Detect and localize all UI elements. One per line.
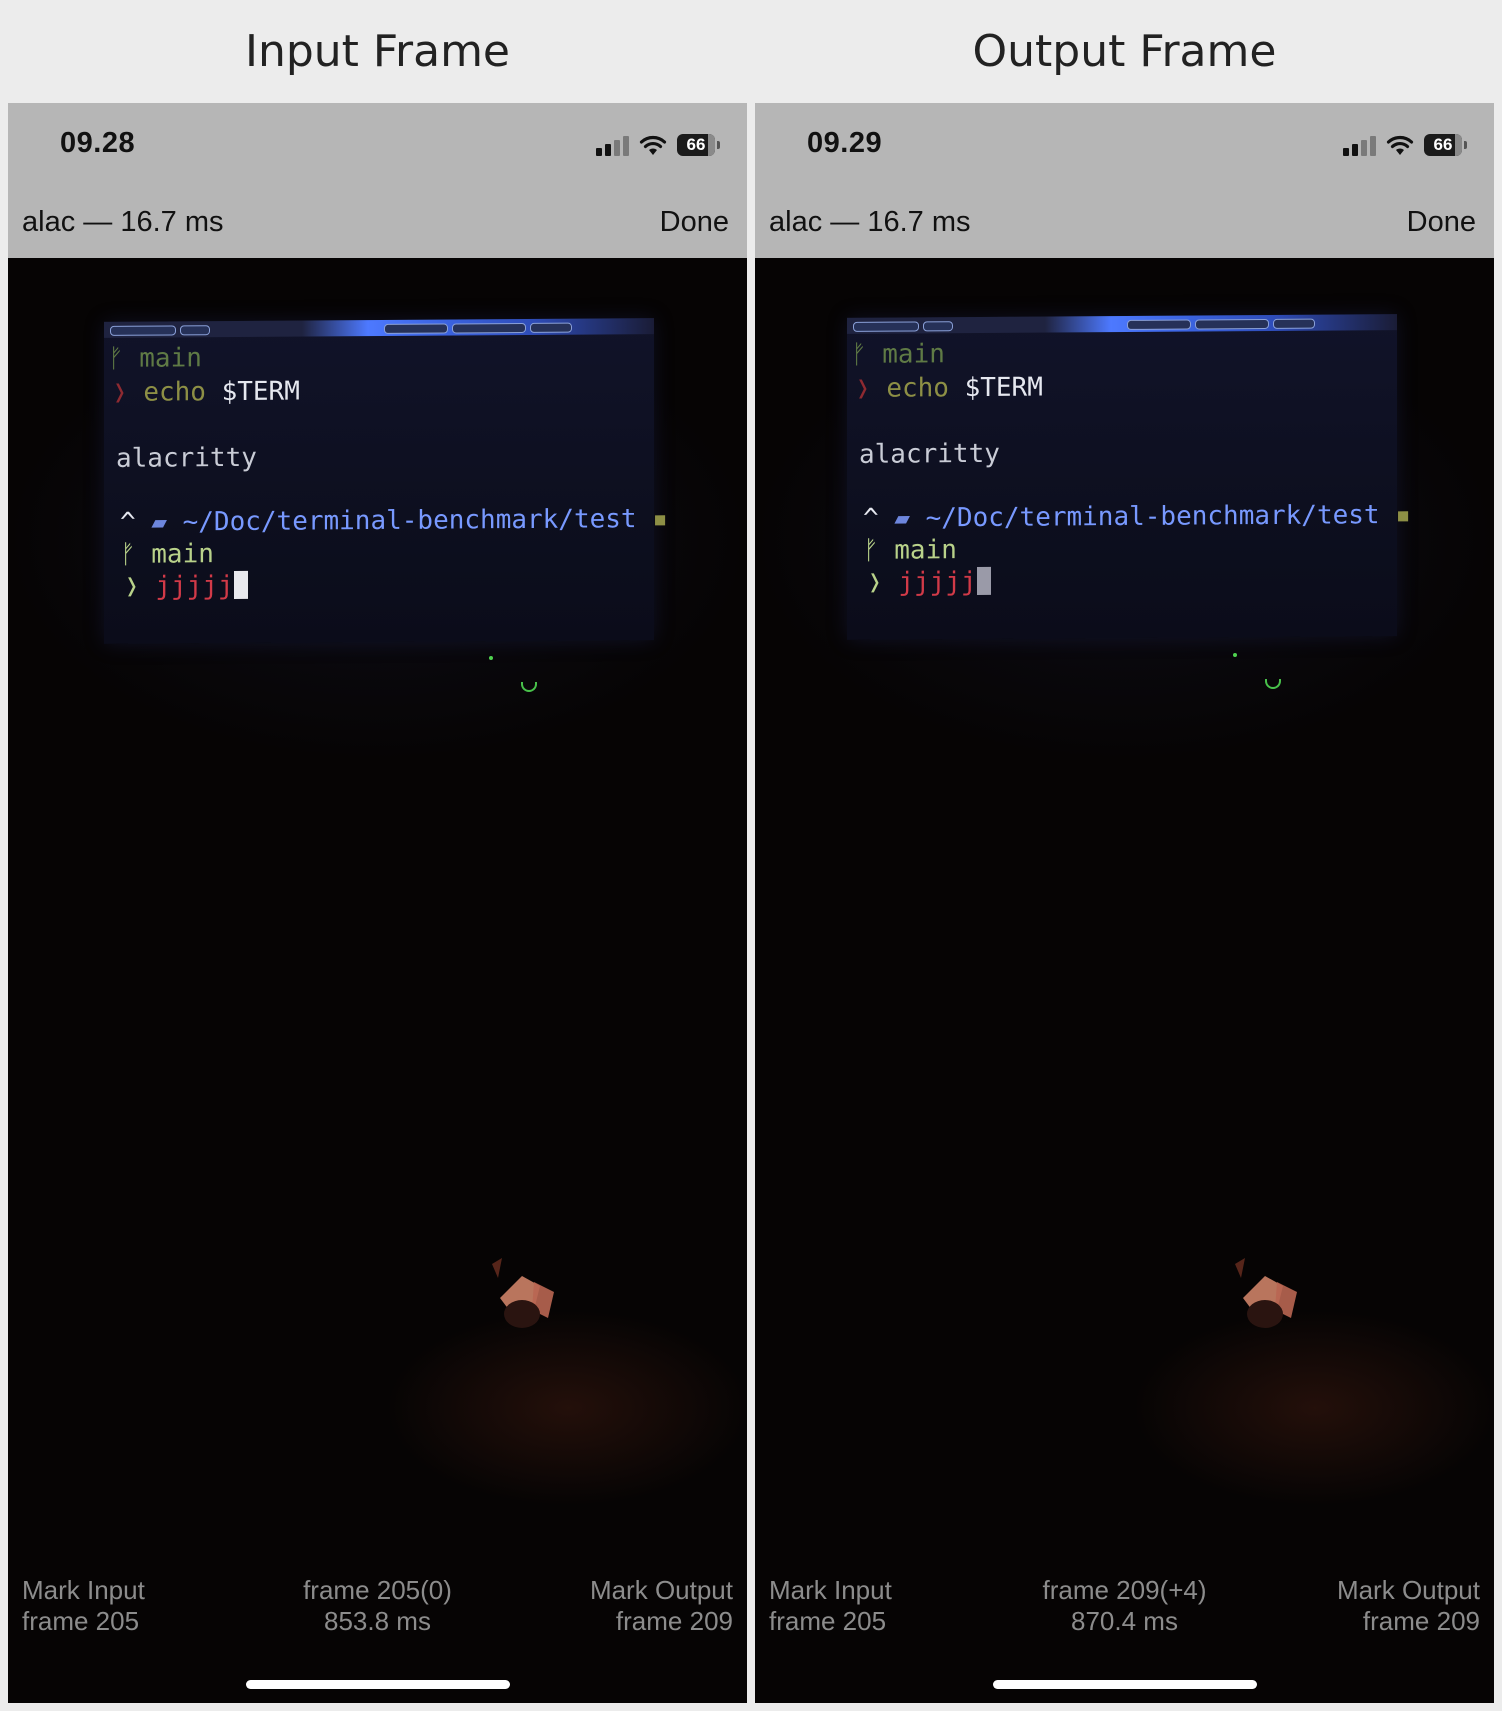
battery-icon: 66 (677, 134, 720, 156)
cwd-path: ~/Doc/terminal-benchmark/test (925, 500, 1380, 534)
command-arg: $TERM (964, 372, 1043, 404)
terminal-screen: ᚠ main ❭ echo $TERM alacritty ^ ▰ ~/Doc/… (847, 314, 1411, 640)
output-frame-phone: 09.29 66 alac — 16.7 ms Done ᚠ main ❭ ec… (755, 103, 1494, 1703)
cellular-signal-icon (1343, 134, 1376, 156)
nav-title: alac — 16.7 ms (22, 206, 224, 238)
folder-icon: ▰ (151, 507, 183, 538)
indicator-dot (1233, 653, 1237, 657)
output-frame-title: Output Frame (972, 26, 1277, 77)
branch-icon: ᚠ (863, 535, 895, 566)
caret-up-icon: ^ (120, 507, 152, 538)
terminal-cursor (233, 570, 248, 600)
status-icons: 66 (1343, 133, 1467, 157)
wifi-icon (1386, 135, 1414, 155)
command-arg: $TERM (221, 376, 300, 408)
done-button[interactable]: Done (660, 206, 729, 239)
prompt-chevron-icon: ❭ (124, 571, 156, 602)
nav-title: alac — 16.7 ms (769, 206, 971, 238)
mark-output-label: Mark Output (589, 1575, 733, 1605)
command-text: echo (143, 377, 206, 408)
mark-output-button[interactable]: Mark Output frame 209 (1337, 1575, 1480, 1637)
battery-icon: 66 (1424, 134, 1467, 156)
status-icons: 66 (596, 133, 720, 157)
video-frame: ᚠ main ❭ echo $TERM alacritty ^ ▰ ~/Doc/… (755, 258, 1494, 1703)
command-text: echo (886, 373, 949, 404)
terminal-cursor (976, 566, 991, 596)
battery-level: 66 (1433, 135, 1453, 154)
key-light-glow (492, 1258, 554, 1328)
prompt-chevron-icon: ❭ (867, 567, 899, 598)
terminal-screen: ᚠ main ❭ echo $TERM alacritty ^ ▰ ~/Doc/… (104, 318, 668, 644)
prompt-chevron-icon: ❭ (112, 377, 144, 408)
input-frame-phone: 09.28 66 alac — 16.7 ms Done ᚠ main ❭ ec… (8, 103, 747, 1703)
branch-name: main (882, 339, 945, 370)
command-output: alacritty (116, 442, 257, 474)
terminal-status-bar (847, 314, 1397, 334)
mark-output-button[interactable]: Mark Output frame 209 (590, 1575, 733, 1637)
mark-output-frame: frame 209 (1362, 1606, 1480, 1636)
prompt-chevron-icon: ❭ (855, 373, 887, 404)
status-glyph-icon: ▪ (636, 503, 668, 535)
indicator-arc (1265, 679, 1281, 689)
home-indicator[interactable] (246, 1680, 510, 1689)
branch-icon: ᚠ (108, 343, 140, 374)
done-button[interactable]: Done (1407, 206, 1476, 239)
branch-name: main (151, 539, 214, 570)
status-glyph-icon: ▪ (1379, 499, 1411, 531)
branch-name: main (139, 343, 202, 374)
branch-icon: ᚠ (120, 539, 152, 570)
indicator-arc (521, 682, 537, 692)
mark-output-frame: frame 209 (615, 1606, 733, 1636)
folder-icon: ▰ (894, 503, 926, 534)
status-time: 09.29 (807, 127, 883, 159)
command-output: alacritty (859, 438, 1000, 470)
input-frame-title: Input Frame (244, 26, 510, 77)
video-frame: ᚠ main ❭ echo $TERM alacritty ^ ▰ ~/Doc/… (8, 258, 747, 1703)
caret-up-icon: ^ (863, 503, 895, 534)
mark-output-label: Mark Output (1336, 1575, 1480, 1605)
status-bar: 09.28 66 alac — 16.7 ms Done (8, 103, 747, 258)
home-indicator[interactable] (993, 1680, 1257, 1689)
indicator-dot (489, 656, 493, 660)
typed-text: jjjjj (898, 567, 977, 598)
status-time: 09.28 (60, 127, 136, 159)
terminal-status-bar (104, 318, 654, 338)
cellular-signal-icon (596, 134, 629, 156)
wifi-icon (639, 135, 667, 155)
status-bar: 09.29 66 alac — 16.7 ms Done (755, 103, 1494, 258)
typed-text: jjjjj (155, 571, 234, 602)
branch-icon: ᚠ (851, 339, 883, 370)
branch-name: main (894, 535, 957, 566)
key-light-glow (1235, 1258, 1297, 1328)
cwd-path: ~/Doc/terminal-benchmark/test (182, 504, 637, 538)
battery-level: 66 (686, 135, 706, 154)
